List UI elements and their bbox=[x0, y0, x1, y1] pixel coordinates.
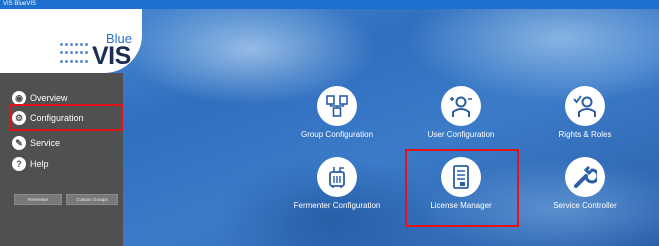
tile-rights-roles[interactable]: Rights & Roles bbox=[530, 86, 640, 146]
sidebar-item-label: Service bbox=[30, 138, 61, 148]
window-title-bar: VIS BlueVIS bbox=[0, 0, 659, 9]
sidebar-item-label: Help bbox=[30, 159, 49, 169]
tile-user-configuration[interactable]: User Configuration bbox=[406, 86, 516, 146]
user-configuration-icon bbox=[441, 86, 481, 126]
tile-group-configuration[interactable]: Group Configuration bbox=[282, 86, 392, 146]
tile-label: User Configuration bbox=[427, 130, 495, 139]
service-controller-icon bbox=[565, 157, 605, 197]
window-title: VIS BlueVIS bbox=[3, 1, 37, 7]
tile-fermenter-configuration[interactable]: Fermenter Configuration bbox=[282, 157, 392, 217]
overview-icon: ◉ bbox=[12, 91, 26, 105]
sidebar-item-service[interactable]: ✎ Service bbox=[12, 133, 60, 153]
help-icon: ? bbox=[12, 157, 26, 171]
tile-label: Fermenter Configuration bbox=[293, 201, 381, 210]
logo-dots-icon bbox=[60, 43, 90, 67]
rights-roles-icon bbox=[565, 86, 605, 126]
sidebar-item-label: Overview bbox=[30, 93, 68, 103]
service-icon: ✎ bbox=[12, 136, 26, 150]
configuration-highlight-box bbox=[10, 104, 123, 131]
sidebar-item-help[interactable]: ? Help bbox=[12, 154, 49, 174]
tile-label: Group Configuration bbox=[300, 130, 374, 139]
group-configuration-icon bbox=[317, 86, 357, 126]
tile-service-controller[interactable]: Service Controller bbox=[530, 157, 640, 217]
custom-groups-button[interactable]: Custom Groups bbox=[66, 194, 118, 205]
logo-vis-text: VIS bbox=[92, 42, 131, 70]
logo-panel: Blue VIS bbox=[0, 9, 142, 73]
license-manager-highlight-box bbox=[405, 149, 519, 227]
tile-label: Service Controller bbox=[553, 201, 617, 210]
fermenter-configuration-icon bbox=[317, 157, 357, 197]
fermenter-button[interactable]: Fermenter bbox=[14, 194, 62, 205]
tile-label: Rights & Roles bbox=[558, 130, 612, 139]
